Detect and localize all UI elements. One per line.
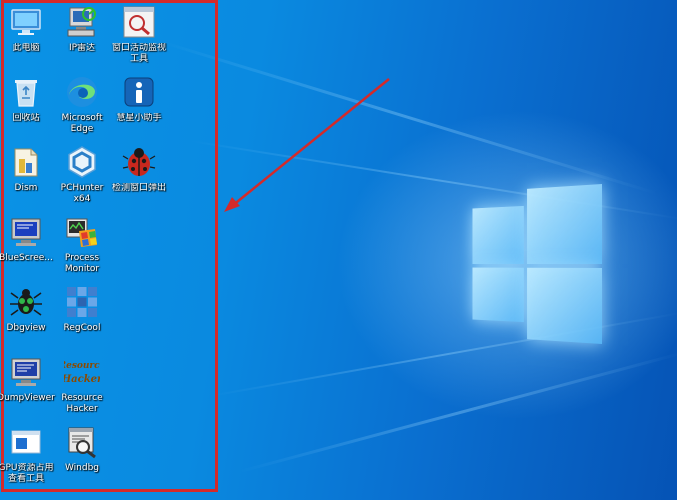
ip-radar-icon: [64, 4, 100, 40]
dumpviewer-icon: [8, 354, 44, 390]
desktop-icon-label: Process Monitor: [64, 253, 100, 274]
svg-text:Hacker: Hacker: [64, 374, 100, 385]
svg-text:Resource: Resource: [64, 361, 100, 371]
desktop-icon-label: Windbg: [64, 463, 100, 473]
computer-icon: [8, 4, 44, 40]
regcool-icon: [64, 284, 100, 320]
desktop-icon-label: Resource Hacker: [61, 393, 103, 414]
ladybug-icon: [121, 144, 157, 180]
dbgview-icon: [8, 284, 44, 320]
resource-hacker-icon: Resource Hacker: [64, 354, 100, 390]
desktop-icon-label: 检测窗口弹出: [111, 183, 166, 193]
recycle-bin-icon: [8, 74, 44, 110]
desktop-icon-label: 慧星小助手: [116, 113, 162, 123]
desktop-background: 此电脑 IP雷达 窗口活动监视 工具 回收站 Microsoft Edge 慧星…: [0, 0, 677, 500]
desktop-icon-process-monitor[interactable]: Process Monitor: [47, 214, 117, 275]
dism-icon: [8, 144, 44, 180]
desktop-icon-label: 窗口活动监视 工具: [111, 43, 166, 64]
window-monitor-icon: [121, 4, 157, 40]
gpu-tool-icon: [8, 424, 44, 460]
desktop-icon-regcool[interactable]: RegCool: [47, 284, 117, 334]
desktop-icon-assistant[interactable]: 慧星小助手: [104, 74, 174, 124]
edge-icon: [64, 74, 100, 110]
bluescreen-icon: [8, 214, 44, 250]
assistant-icon: [121, 74, 157, 110]
windbg-icon: [64, 424, 100, 460]
desktop-icon-label: RegCool: [63, 323, 101, 333]
desktop-icon-resource-hacker[interactable]: Resource Hacker Resource Hacker: [47, 354, 117, 415]
desktop-icon-window-monitor[interactable]: 窗口活动监视 工具: [104, 4, 174, 65]
process-monitor-icon: [64, 214, 100, 250]
desktop-icon-popup-detector[interactable]: 检测窗口弹出: [104, 144, 174, 194]
pchunter-icon: [64, 144, 100, 180]
desktop-icon-windbg[interactable]: Windbg: [47, 424, 117, 474]
